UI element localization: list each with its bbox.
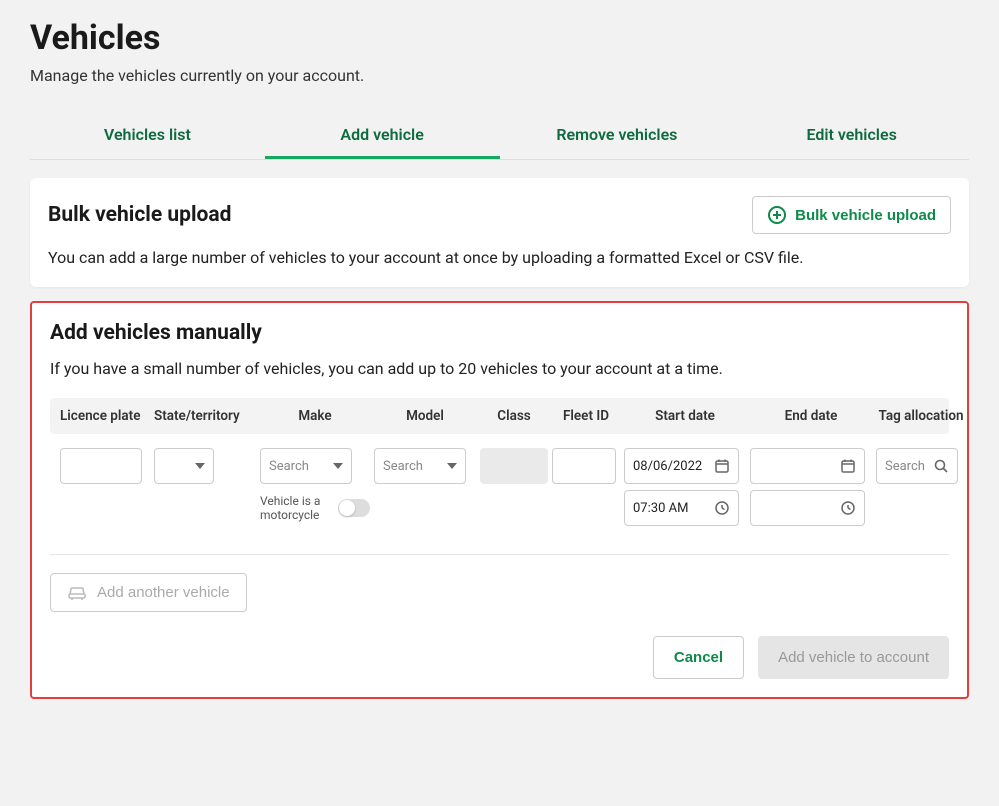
- motorcycle-label: Vehicle is a motorcycle: [260, 494, 330, 523]
- class-display: [480, 448, 548, 484]
- col-fleet-id: Fleet ID: [552, 408, 620, 424]
- car-icon: [67, 585, 87, 601]
- tab-add-vehicle[interactable]: Add vehicle: [265, 113, 500, 159]
- make-search[interactable]: Search: [260, 448, 352, 484]
- chevron-down-icon: [333, 463, 343, 469]
- col-class: Class: [480, 408, 548, 424]
- clock-icon: [714, 500, 730, 516]
- tab-remove-vehicles[interactable]: Remove vehicles: [500, 113, 735, 159]
- start-date-input[interactable]: 08/06/2022: [624, 448, 739, 484]
- col-state: State/territory: [154, 408, 256, 424]
- bulk-upload-desc: You can add a large number of vehicles t…: [48, 248, 951, 267]
- tabs: Vehicles list Add vehicle Remove vehicle…: [30, 113, 969, 160]
- manual-add-card: Add vehicles manually If you have a smal…: [30, 301, 969, 699]
- col-tag: Tag allocation: [876, 408, 966, 424]
- end-date-input[interactable]: [750, 448, 865, 484]
- table-row: Search Vehicle is a motorcycle Search: [50, 434, 949, 526]
- add-another-vehicle-button[interactable]: Add another vehicle: [50, 573, 247, 612]
- cancel-button[interactable]: Cancel: [653, 636, 744, 679]
- page-title: Vehicles: [30, 18, 969, 58]
- end-time-input[interactable]: [750, 490, 865, 526]
- bulk-upload-card: Bulk vehicle upload Bulk vehicle upload …: [30, 178, 969, 287]
- calendar-icon: [840, 458, 856, 474]
- table-header: Licence plate State/territory Make Model…: [50, 398, 949, 434]
- tab-vehicles-list[interactable]: Vehicles list: [30, 113, 265, 159]
- col-make: Make: [260, 408, 370, 424]
- licence-plate-input[interactable]: [60, 448, 142, 484]
- add-vehicle-to-account-button[interactable]: Add vehicle to account: [758, 636, 949, 679]
- manual-add-desc: If you have a small number of vehicles, …: [50, 359, 949, 378]
- col-start-date: Start date: [624, 408, 746, 424]
- start-time-input[interactable]: 07:30 AM: [624, 490, 739, 526]
- plus-circle-icon: [767, 205, 787, 225]
- divider: [50, 554, 949, 555]
- clock-icon: [840, 500, 856, 516]
- bulk-upload-button-label: Bulk vehicle upload: [795, 207, 936, 224]
- col-end-date: End date: [750, 408, 872, 424]
- bulk-upload-title: Bulk vehicle upload: [48, 203, 231, 227]
- manual-add-title: Add vehicles manually: [50, 321, 949, 345]
- model-search[interactable]: Search: [374, 448, 466, 484]
- chevron-down-icon: [195, 463, 205, 469]
- motorcycle-toggle[interactable]: [338, 499, 370, 517]
- chevron-down-icon: [447, 463, 457, 469]
- add-another-vehicle-label: Add another vehicle: [97, 584, 230, 601]
- state-select[interactable]: [154, 448, 214, 484]
- fleet-id-input[interactable]: [552, 448, 616, 484]
- page-subtitle: Manage the vehicles currently on your ac…: [30, 66, 969, 85]
- col-model: Model: [374, 408, 476, 424]
- tag-search[interactable]: Search: [876, 448, 958, 484]
- bulk-upload-button[interactable]: Bulk vehicle upload: [752, 196, 951, 234]
- col-licence-plate: Licence plate: [60, 408, 150, 424]
- search-icon: [933, 458, 949, 474]
- tab-edit-vehicles[interactable]: Edit vehicles: [734, 113, 969, 159]
- calendar-icon: [714, 458, 730, 474]
